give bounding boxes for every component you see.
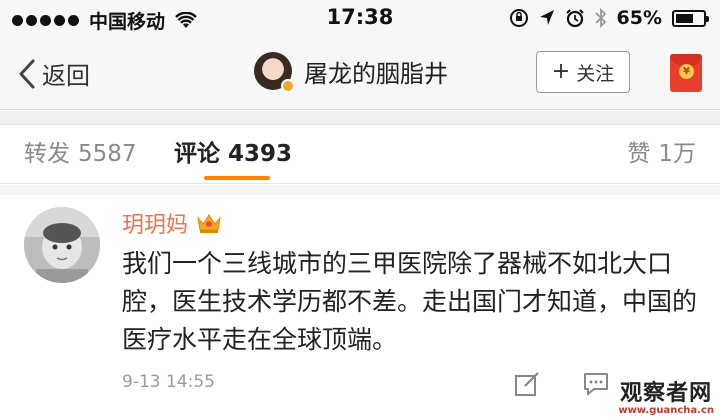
- tab-repost-label: 转发: [24, 141, 70, 167]
- follow-label: 关注: [576, 62, 615, 85]
- signal-dots-icon: [12, 15, 79, 26]
- comment-icon[interactable]: [582, 371, 610, 397]
- crown-badge-icon: [197, 214, 221, 233]
- battery-percent: 65%: [616, 7, 662, 29]
- tab-like[interactable]: 赞 1万: [627, 134, 696, 168]
- comment-text: 我们一个三线城市的三甲医院除了器械不如北大口腔，医生技术学历都不差。走出国门才知…: [122, 249, 698, 354]
- comment-timestamp: 9-13 14:55: [122, 372, 215, 392]
- watermark-sub: www.guancha.cn: [618, 405, 714, 416]
- tab-like-count: 1万: [658, 141, 696, 167]
- battery-icon: [672, 9, 709, 27]
- location-icon: [539, 10, 554, 25]
- divider: [0, 185, 720, 195]
- tab-comment-label: 评论: [174, 141, 220, 167]
- alarm-icon: [565, 9, 584, 28]
- avatar[interactable]: [254, 52, 295, 93]
- verified-badge-icon: [281, 79, 295, 93]
- avatar[interactable]: [24, 207, 100, 283]
- status-bar: 中国移动 17:38 65%: [0, 0, 720, 38]
- tab-repost-count: 5587: [78, 141, 137, 167]
- baby-photo: [24, 207, 100, 283]
- comment-item: 玥玥妈 我们一个三线城市的三甲医院除了器械不如北大口腔，医生技术学历都不差。走出…: [0, 195, 720, 420]
- profile-header[interactable]: 屠龙的胭脂井: [254, 52, 448, 93]
- follow-button[interactable]: + 关注: [536, 51, 630, 93]
- carrier-label: 中国移动: [89, 11, 166, 33]
- plus-icon: +: [551, 59, 571, 84]
- tab-bar: 转发 5587 评论 4393 赞 1万: [0, 126, 720, 184]
- wifi-icon: [175, 11, 197, 28]
- comment-author: 玥玥妈: [122, 207, 222, 239]
- divider: [0, 111, 720, 125]
- back-button[interactable]: 返回: [18, 56, 90, 91]
- nav-bar: 返回 屠龙的胭脂井 + 关注 ¥: [0, 38, 720, 110]
- tab-repost[interactable]: 转发 5587: [24, 134, 137, 168]
- page-title: 屠龙的胭脂井: [304, 59, 448, 88]
- red-envelope-icon[interactable]: ¥: [670, 54, 702, 92]
- edit-icon[interactable]: [514, 371, 542, 397]
- comment-actions: [514, 371, 610, 397]
- watermark-main: 观察者网: [620, 381, 713, 406]
- orientation-lock-icon: [509, 9, 528, 27]
- tab-like-label: 赞: [627, 141, 651, 167]
- battery-level-fill: [676, 13, 693, 23]
- status-right: 65%: [509, 7, 709, 29]
- watermark: 观察者网 www.guancha.cn: [618, 375, 714, 416]
- back-label: 返回: [42, 62, 90, 90]
- status-left: 中国移动: [12, 7, 197, 34]
- bluetooth-icon: [594, 8, 606, 28]
- tab-comment-count: 4393: [228, 141, 293, 167]
- chevron-left-icon: [19, 59, 35, 88]
- author-name[interactable]: 玥玥妈: [122, 207, 188, 239]
- active-tab-indicator: [204, 176, 270, 180]
- tab-comment[interactable]: 评论 4393: [174, 134, 292, 168]
